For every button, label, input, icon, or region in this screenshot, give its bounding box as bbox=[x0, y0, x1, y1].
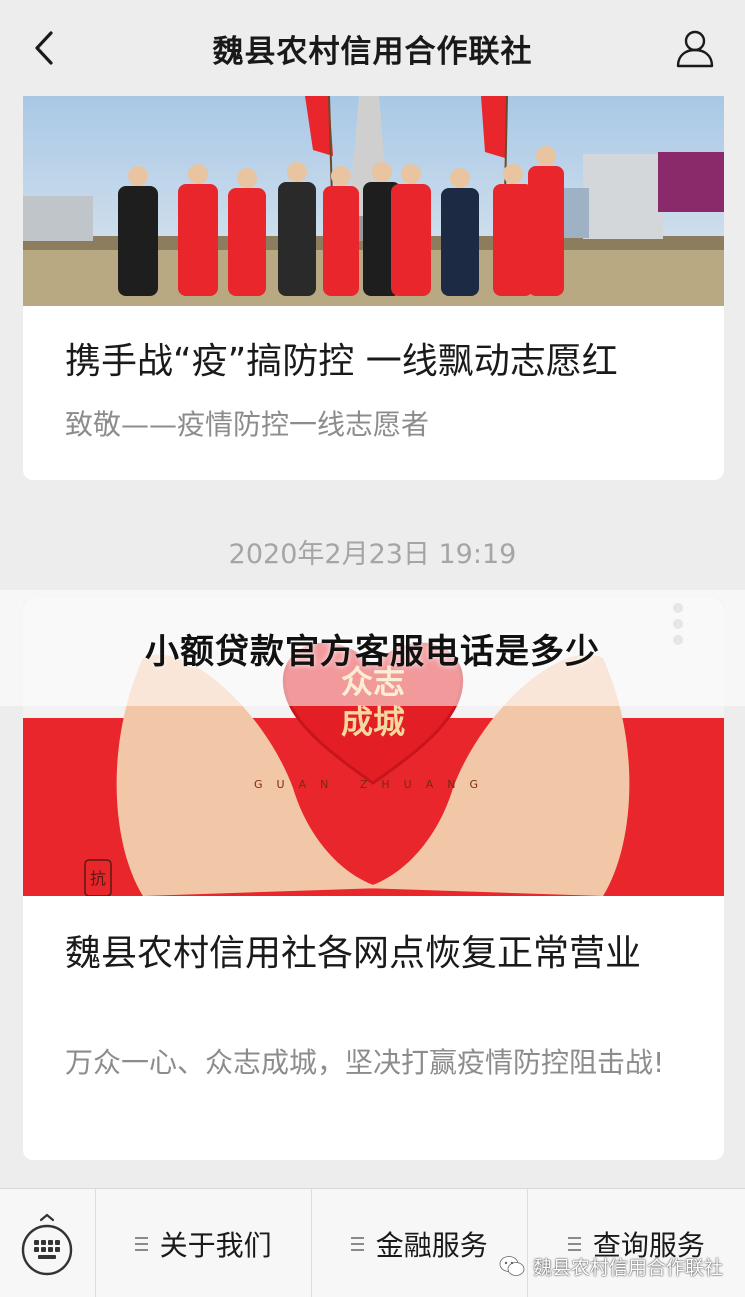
article-card[interactable]: 携手战“疫”搞防控 一线飘动志愿红 致敬——疫情防控一线志愿者 bbox=[23, 96, 724, 480]
image-heart-text-2: 成城 bbox=[341, 703, 405, 741]
article-description: 致敬——疫情防控一线志愿者 bbox=[65, 408, 430, 441]
menu-item-financial-services[interactable]: 金融服务 bbox=[312, 1189, 528, 1297]
overlay-banner: 小额贷款官方客服电话是多少 bbox=[0, 590, 745, 706]
keyboard-toggle-button[interactable] bbox=[0, 1189, 96, 1297]
menu-list-icon bbox=[134, 1236, 148, 1251]
keyboard-icon bbox=[22, 1213, 73, 1275]
image-caption-text: GUAN ZHUANG bbox=[254, 778, 492, 791]
back-button[interactable] bbox=[26, 28, 62, 68]
page-title: 魏县农村信用合作联社 bbox=[212, 33, 533, 70]
navbar: 魏县农村信用合作联社 bbox=[0, 0, 745, 96]
watermark: 魏县农村信用合作联社 bbox=[499, 1251, 723, 1281]
menu-item-about-us[interactable]: 关于我们 bbox=[96, 1189, 312, 1297]
profile-button[interactable] bbox=[673, 26, 717, 70]
image-side-text: 抗 bbox=[90, 869, 106, 888]
menu-list-icon bbox=[567, 1236, 581, 1251]
wechat-icon bbox=[499, 1256, 525, 1276]
user-icon bbox=[676, 30, 714, 68]
menu-item-label: 金融服务 bbox=[375, 1228, 488, 1262]
menu-list-icon bbox=[350, 1236, 364, 1251]
watermark-text: 魏县农村信用合作联社 bbox=[532, 1256, 723, 1279]
article-title: 携手战“疫”搞防控 一线飘动志愿红 bbox=[65, 341, 618, 382]
message-timestamp: 2020年2月23日 19:19 bbox=[228, 539, 517, 570]
menu-item-label: 关于我们 bbox=[159, 1228, 272, 1262]
article-thumbnail bbox=[23, 96, 724, 306]
chevron-left-icon bbox=[35, 31, 53, 65]
article-description: 万众一心、众志成城，坚决打赢疫情防控阻击战! bbox=[65, 1046, 665, 1079]
article-title: 魏县农村信用社各网点恢复正常营业 bbox=[65, 933, 642, 974]
overlay-title: 小额贷款官方客服电话是多少 bbox=[145, 631, 600, 672]
